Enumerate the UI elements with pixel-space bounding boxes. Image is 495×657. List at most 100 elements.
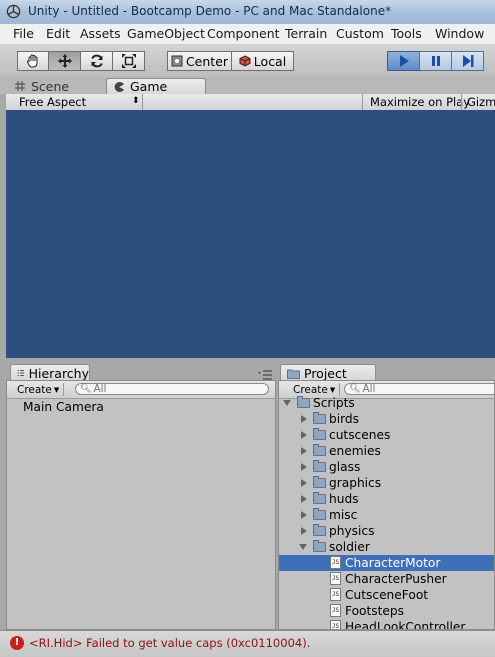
expand-arrow-icon[interactable] — [301, 479, 307, 487]
folder-item[interactable]: cutscenes — [279, 427, 494, 443]
expand-arrow-icon[interactable] — [301, 463, 307, 471]
folder-item[interactable]: enemies — [279, 443, 494, 459]
local-space-label: Local — [253, 53, 287, 69]
move-tool-button[interactable] — [48, 51, 81, 71]
menu-tools[interactable]: Tools — [391, 26, 422, 41]
folder-item[interactable]: huds — [279, 491, 494, 507]
hand-tool-button[interactable] — [17, 51, 49, 71]
menu-custom[interactable]: Custom — [336, 26, 384, 41]
tab-scene-label: Scene — [31, 78, 70, 94]
expand-arrow-icon[interactable] — [301, 415, 307, 423]
folder-label: physics — [329, 524, 375, 538]
pivot-center-button[interactable]: Center — [167, 51, 232, 71]
tab-hierarchy[interactable]: Hierarchy — [10, 364, 90, 381]
expand-arrow-icon[interactable] — [301, 431, 307, 439]
play-button[interactable] — [387, 51, 420, 71]
folder-soldier[interactable]: soldier — [279, 539, 494, 555]
pause-icon — [431, 56, 440, 66]
tab-project[interactable]: Project — [280, 364, 376, 381]
folder-item[interactable]: misc — [279, 507, 494, 523]
toolbar-divider — [461, 94, 462, 110]
tab-scene[interactable]: Scene — [8, 78, 106, 94]
hierarchy-item-label: Main Camera — [23, 400, 104, 414]
tab-hierarchy-label: Hierarchy — [28, 365, 89, 381]
js-script-icon: JS — [330, 556, 341, 569]
js-script-icon: JS — [330, 620, 341, 629]
file-label: CharacterMotor — [345, 556, 441, 570]
local-space-button[interactable]: Local — [231, 51, 294, 71]
pause-button[interactable] — [419, 51, 452, 71]
hand-icon — [27, 54, 38, 68]
project-search-placeholder: All — [362, 383, 376, 395]
menu-bar: File Edit Assets GameObject Component Te… — [0, 24, 495, 45]
folder-icon — [313, 444, 326, 456]
title-bar: Unity - Untitled - Bootcamp Demo - PC an… — [0, 0, 495, 25]
aspect-dropdown[interactable]: Free Aspect — [19, 95, 86, 109]
rotate-icon — [90, 54, 103, 68]
menu-gameobject[interactable]: GameObject — [127, 26, 205, 41]
file-item[interactable]: JS CharacterPusher — [279, 571, 494, 587]
expand-arrow-icon[interactable] — [299, 544, 307, 550]
folder-label: enemies — [329, 444, 381, 458]
status-message: <RI.Hid> Failed to get value caps (0xc01… — [29, 636, 311, 650]
hierarchy-list-icon — [17, 370, 24, 376]
menu-window[interactable]: Window — [435, 26, 484, 41]
dropdown-arrow-icon: ▼ — [53, 385, 60, 394]
unity-logo-icon — [6, 4, 21, 19]
folder-icon — [313, 524, 326, 536]
search-icon: 🔍︎ — [80, 384, 92, 394]
rotate-tool-button[interactable] — [80, 51, 113, 71]
folder-label: birds — [329, 412, 360, 426]
gizmos-dropdown[interactable]: Gizmo — [467, 95, 495, 109]
expand-arrow-icon[interactable] — [283, 400, 291, 406]
tab-game[interactable]: Game — [106, 78, 206, 94]
scale-icon — [121, 54, 136, 68]
folder-item[interactable]: physics — [279, 523, 494, 539]
step-icon — [462, 55, 473, 67]
project-folder-icon — [287, 369, 300, 379]
folder-label: huds — [329, 492, 359, 506]
folder-item[interactable]: glass — [279, 459, 494, 475]
folder-icon — [313, 412, 326, 424]
folder-label: glass — [329, 460, 361, 474]
window-title: Unity - Untitled - Bootcamp Demo - PC an… — [28, 4, 392, 18]
folder-icon — [313, 508, 326, 520]
js-script-icon: JS — [330, 588, 341, 601]
project-search-input[interactable]: 🔍︎ All — [344, 383, 494, 395]
folder-icon — [313, 492, 326, 504]
file-item[interactable]: JS Footsteps — [279, 603, 494, 619]
folder-scripts[interactable]: Scripts — [279, 395, 494, 411]
step-button[interactable] — [451, 51, 484, 71]
file-item[interactable]: JS CutsceneFoot — [279, 587, 494, 603]
expand-arrow-icon[interactable] — [301, 527, 307, 535]
game-view[interactable] — [6, 110, 495, 358]
file-label: CutsceneFoot — [345, 588, 429, 602]
expand-arrow-icon[interactable] — [301, 495, 307, 503]
tab-game-label: Game — [130, 79, 168, 94]
folder-item[interactable]: birds — [279, 411, 494, 427]
scale-tool-button[interactable] — [112, 51, 145, 71]
menu-terrain[interactable]: Terrain — [285, 26, 327, 41]
panel-menu-icon[interactable] — [258, 370, 272, 380]
expand-arrow-icon[interactable] — [301, 447, 307, 455]
file-item[interactable]: JS HeadLookController — [279, 619, 494, 630]
hierarchy-create-button[interactable]: Create ▼ — [13, 383, 65, 396]
expand-arrow-icon[interactable] — [301, 511, 307, 519]
menu-file[interactable]: File — [13, 26, 34, 41]
folder-item[interactable]: graphics — [279, 475, 494, 491]
scene-grid-icon — [15, 81, 25, 91]
file-label: CharacterPusher — [345, 572, 447, 586]
menu-component[interactable]: Component — [207, 26, 280, 41]
file-label: HeadLookController — [345, 620, 466, 630]
hierarchy-item-main-camera[interactable]: Main Camera — [7, 399, 275, 415]
menu-edit[interactable]: Edit — [46, 26, 70, 41]
status-bar[interactable]: ! <RI.Hid> Failed to get value caps (0xc… — [0, 630, 495, 657]
hierarchy-search-input[interactable]: 🔍︎ All — [75, 383, 269, 395]
file-item-selected[interactable]: JS CharacterMotor — [279, 555, 494, 571]
hierarchy-create-label: Create — [17, 383, 52, 396]
menu-assets[interactable]: Assets — [80, 26, 121, 41]
maximize-on-play-toggle[interactable]: Maximize on Play — [370, 95, 470, 109]
view-tab-strip: Scene Game — [0, 77, 495, 94]
play-icon — [399, 55, 409, 67]
folder-label: soldier — [329, 540, 370, 554]
